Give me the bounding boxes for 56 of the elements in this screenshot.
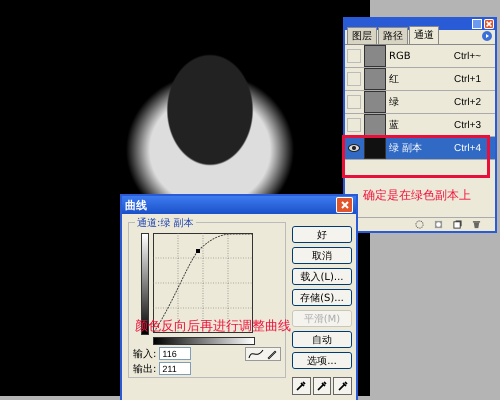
channel-row[interactable]: 绿 副本 Ctrl+4	[345, 137, 495, 160]
input-field[interactable]: 116	[159, 347, 192, 360]
close-button[interactable]	[484, 19, 494, 29]
eyedropper-button[interactable]	[292, 377, 311, 395]
eyedropper-icon	[336, 380, 349, 392]
close-button[interactable]	[336, 197, 353, 213]
channel-row[interactable]: 蓝 Ctrl+3	[345, 114, 495, 137]
channel-name: 蓝	[389, 118, 400, 132]
panel-menu-icon[interactable]	[482, 31, 492, 41]
channel-name: 红	[389, 73, 400, 86]
channel-shortcut: Ctrl+3	[454, 120, 481, 130]
eyedropper-icon	[295, 380, 308, 392]
channel-row[interactable]: 绿 Ctrl+2	[345, 91, 495, 114]
thumbnail-placeholder	[364, 68, 386, 90]
channel-name: RGB	[389, 50, 412, 62]
output-field[interactable]: 211	[159, 362, 192, 375]
channel-shortcut: Ctrl+4	[454, 142, 481, 154]
visibility-toggle[interactable]	[347, 95, 361, 109]
panel-tab[interactable]: 图层	[347, 27, 377, 44]
visibility-toggle[interactable]	[347, 72, 361, 86]
panel-tab[interactable]: 通道	[409, 26, 439, 44]
trash-icon[interactable]	[472, 220, 481, 229]
dialog-button[interactable]: 自动	[292, 331, 352, 348]
channel-row[interactable]: 红 Ctrl+1	[345, 68, 495, 91]
visibility-toggle[interactable]	[347, 49, 361, 63]
channel-name: 绿 副本	[389, 142, 424, 155]
dialog-button[interactable]: 选项...	[292, 352, 352, 369]
dialog-button[interactable]: 载入(L)...	[292, 268, 352, 285]
output-label: 输出:	[133, 362, 156, 376]
minimize-button[interactable]	[472, 19, 482, 29]
thumbnail-placeholder	[364, 137, 386, 159]
eyedropper-button[interactable]	[312, 377, 332, 395]
visibility-toggle[interactable]	[347, 118, 361, 132]
close-icon	[485, 20, 493, 28]
dialog-button[interactable]: 取消	[292, 247, 352, 264]
channel-row[interactable]: RGB Ctrl+~	[345, 45, 495, 68]
channel-shortcut: Ctrl+~	[454, 50, 481, 62]
visibility-toggle[interactable]	[347, 141, 361, 155]
eyedropper-icon	[316, 380, 328, 392]
dialog-title: 曲线	[125, 198, 147, 212]
close-icon	[340, 200, 350, 210]
dialog-button[interactable]: 好	[292, 226, 352, 243]
eye-icon	[348, 144, 360, 152]
channel-name: 绿	[389, 96, 400, 109]
eyedropper-button[interactable]	[333, 377, 352, 395]
annotation-text: 确定是在绿色副本上	[363, 187, 471, 204]
circle-icon[interactable]	[415, 220, 424, 229]
input-label: 输入:	[133, 348, 156, 360]
curve-tool-icon[interactable]	[248, 348, 264, 360]
panel-tab[interactable]: 路径	[378, 27, 408, 44]
thumbnail-placeholder	[364, 114, 386, 136]
dialog-button[interactable]: 存储(S)...	[292, 289, 352, 306]
thumbnail-placeholder	[364, 91, 386, 113]
channel-shortcut: Ctrl+2	[454, 96, 481, 108]
channel-label: 通道:绿 副本	[135, 216, 196, 230]
channel-shortcut: Ctrl+1	[454, 74, 481, 84]
